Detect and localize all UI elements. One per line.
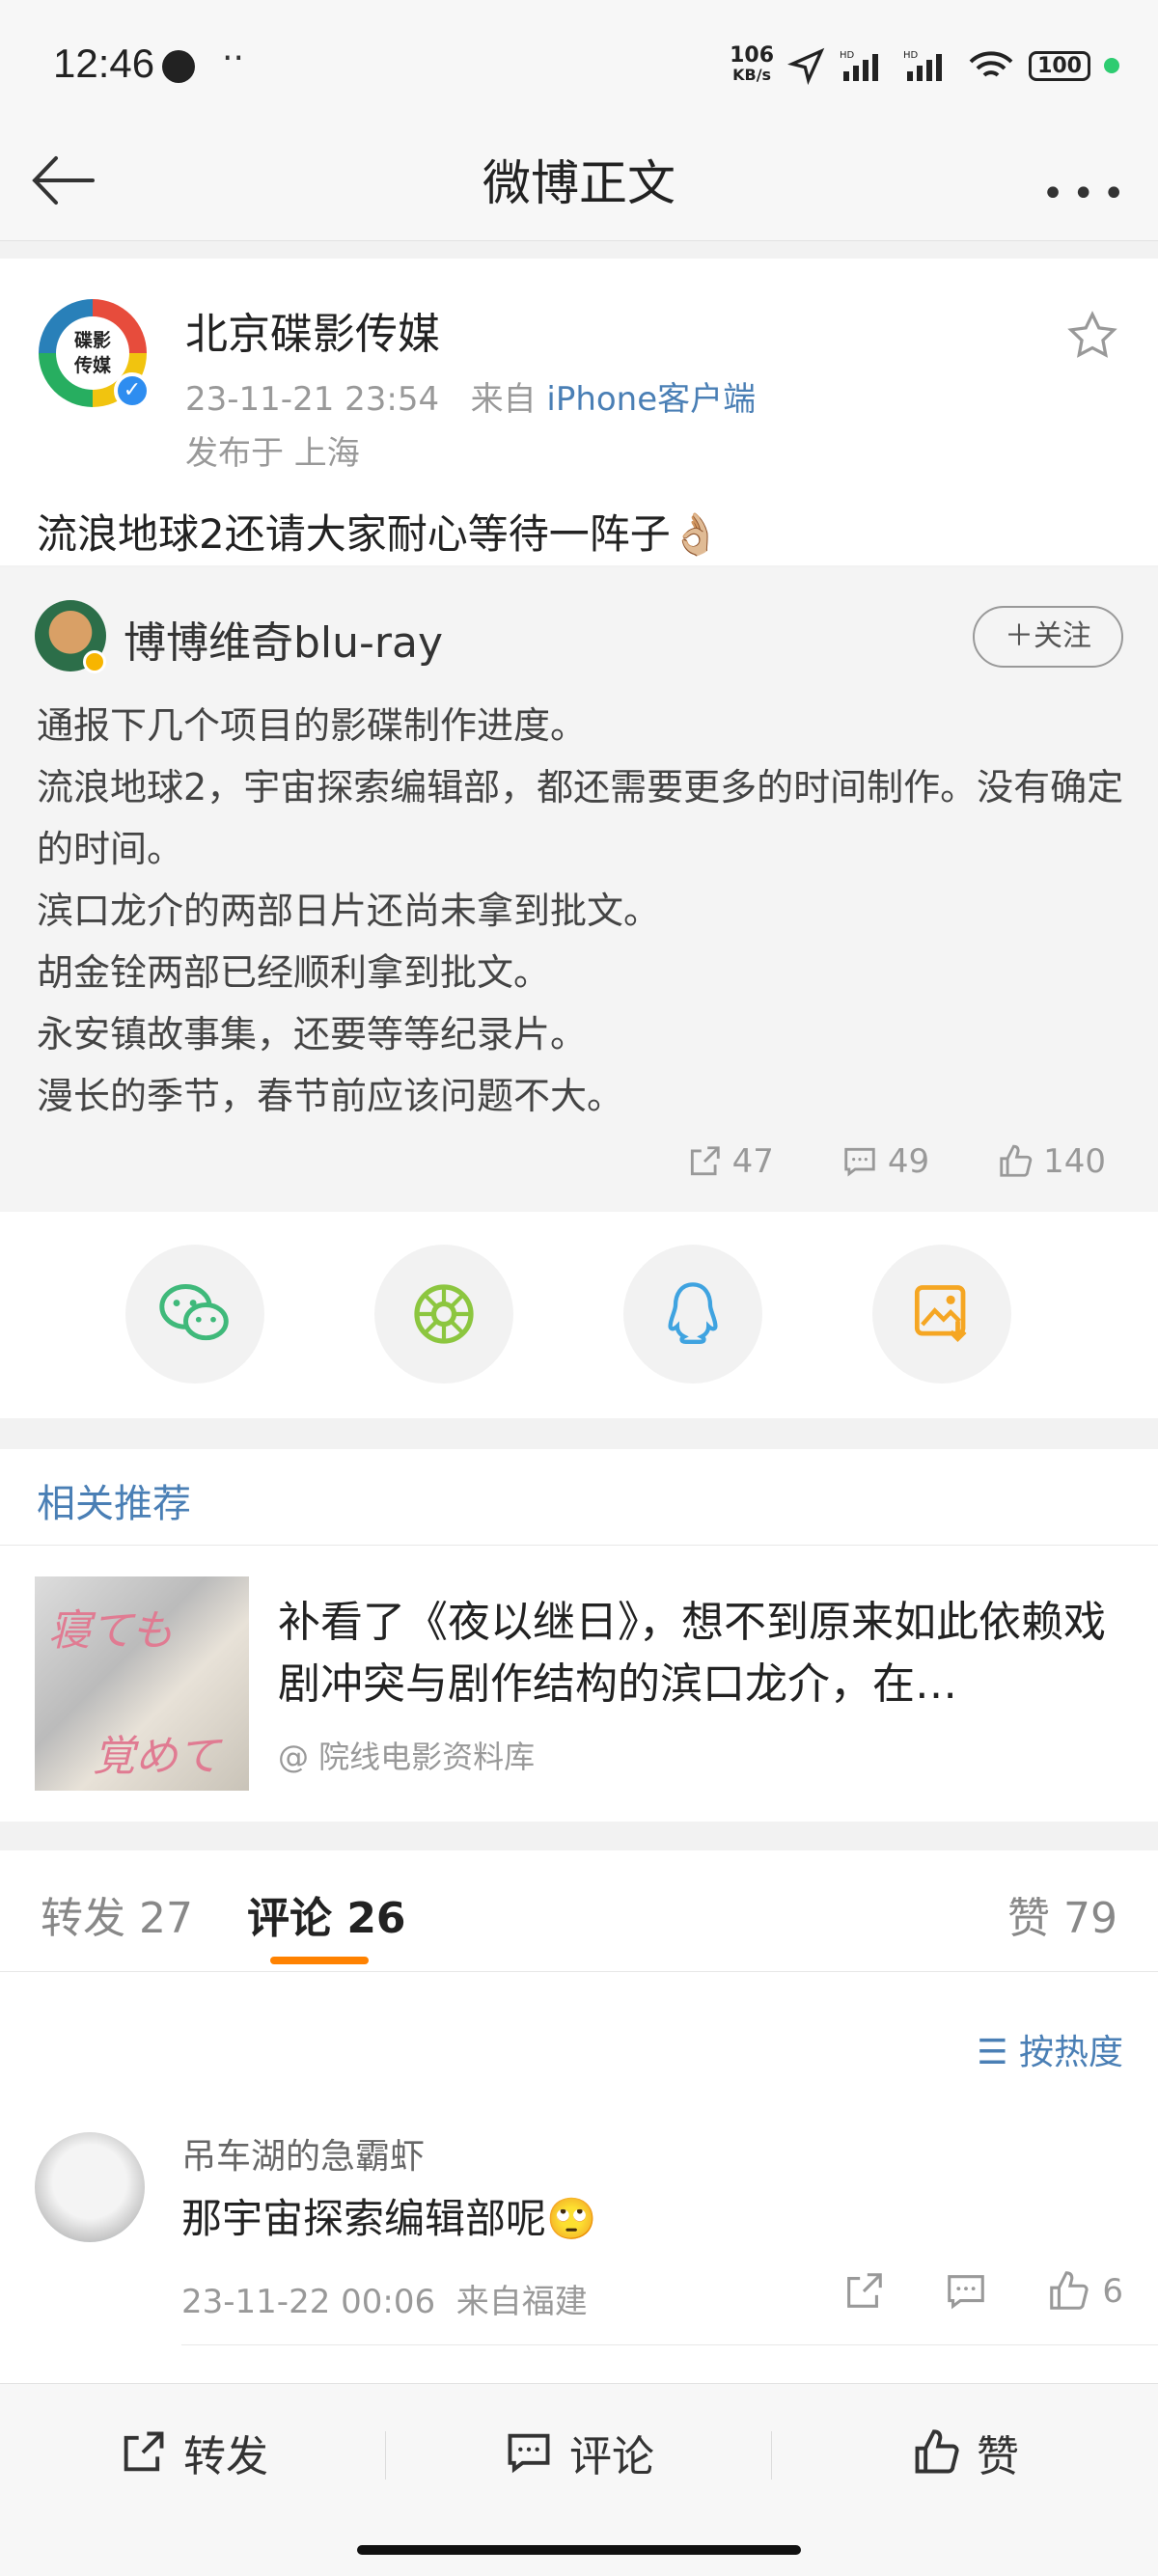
more-options-icon[interactable]: ••• xyxy=(1041,172,1133,216)
comment-location: 来自福建 xyxy=(455,2283,588,2321)
bottom-comment-button[interactable]: 评论 xyxy=(386,2422,772,2483)
share-wechat-button[interactable] xyxy=(125,1245,264,1384)
repost-count-value: 47 xyxy=(731,1142,774,1181)
bottom-comment-label: 评论 xyxy=(569,2432,654,2481)
recommend-heading: 相关推荐 xyxy=(37,1482,191,1526)
repost-line: 滨口龙介的两部日片还尚未拿到批文。 xyxy=(37,890,661,932)
comment-like-count: 6 xyxy=(1102,2272,1123,2311)
repost-count[interactable]: 47 xyxy=(686,1142,774,1181)
repost-line: 通报下几个项目的影碟制作进度。 xyxy=(37,704,588,747)
thumbs-up-icon xyxy=(915,2429,959,2474)
save-image-button[interactable] xyxy=(872,1245,1011,1384)
sort-label: 按热度 xyxy=(1018,2033,1123,2072)
wifi-icon xyxy=(969,51,1013,77)
tab-reposts[interactable]: 转发 27 xyxy=(41,1883,193,1945)
favorite-star-icon[interactable] xyxy=(1065,309,1119,363)
home-indicator[interactable] xyxy=(357,2545,801,2555)
tab-likes[interactable]: 赞 79 xyxy=(1007,1883,1117,1945)
repost-author-name[interactable]: 博博维奇blu-ray xyxy=(124,608,443,670)
bottom-like-label: 赞 xyxy=(977,2432,1019,2481)
signal-2-icon: HD xyxy=(903,50,943,81)
like-count[interactable]: 140 xyxy=(997,1142,1106,1181)
comment-time: 23-11-22 00:06 xyxy=(181,2283,436,2321)
gold-badge-icon xyxy=(83,650,106,673)
net-speed: 106 KB/s xyxy=(730,43,775,85)
recommend-source[interactable]: @ 院线电影资料库 xyxy=(278,1733,535,1777)
qq-icon xyxy=(668,1282,718,1344)
svg-text:HD: HD xyxy=(903,50,919,61)
repost-text: 通报下几个项目的影碟制作进度。 流浪地球2，宇宙探索编辑部，都还需要更多的时间制… xyxy=(37,695,1127,1127)
post-meta: 23-11-21 23:54 来自 iPhone客户端 xyxy=(185,372,756,420)
thumbs-up-icon xyxy=(1000,1144,1033,1177)
signal-icon: HD xyxy=(840,50,879,81)
tab-comments[interactable]: 评论 26 xyxy=(247,1883,406,1945)
comment-icon xyxy=(844,1147,875,1177)
wechat-icon xyxy=(159,1284,229,1341)
post-from: 来自 xyxy=(470,380,537,419)
repost-icon xyxy=(124,2431,164,2472)
comment-count[interactable]: 49 xyxy=(841,1142,929,1181)
sort-by-hot-button[interactable]: ☰ 按热度 xyxy=(977,2024,1123,2074)
page-title: 微博正文 xyxy=(482,155,676,211)
battery-icon: 100 xyxy=(1029,50,1090,81)
sort-icon: ☰ xyxy=(977,2033,1008,2072)
like-count-value: 140 xyxy=(1043,1142,1106,1181)
verified-badge-icon: ✓ xyxy=(114,372,151,409)
clock-icon xyxy=(162,50,195,83)
share-qq-button[interactable] xyxy=(623,1245,762,1384)
bottom-like-button[interactable]: 赞 xyxy=(772,2422,1158,2483)
post-source-link[interactable]: iPhone客户端 xyxy=(546,380,756,419)
status-time: 12:46 xyxy=(53,41,155,86)
repost-line: 流浪地球2，宇宙探索编辑部，都还需要更多的时间制作。没有确定的时间。 xyxy=(37,766,1124,870)
status-icons: 106 KB/s HD HD 100 xyxy=(730,43,1119,85)
net-speed-unit: KB/s xyxy=(732,66,772,84)
location-arrow-icon xyxy=(787,47,825,85)
comment-meta: 23-11-22 00:06 来自福建 xyxy=(181,2275,588,2322)
commenter-name[interactable]: 吊车湖的急霸虾 xyxy=(181,2128,425,2179)
recommend-thumbnail[interactable]: 寝ても 覚めても xyxy=(35,1576,249,1791)
comment-reply-icon[interactable] xyxy=(944,2269,988,2314)
comment-like-button[interactable]: 6 xyxy=(1046,2269,1123,2314)
comment-text: 那宇宙探索编辑部呢🙄 xyxy=(181,2195,597,2242)
repost-stats: 47 49 140 xyxy=(686,1142,1106,1181)
thumbs-up-icon xyxy=(1050,2271,1089,2310)
bottom-repost-label: 转发 xyxy=(183,2432,268,2481)
bottom-repost-button[interactable]: 转发 xyxy=(0,2422,386,2483)
moments-icon xyxy=(414,1284,474,1344)
save-image-icon xyxy=(914,1285,967,1343)
comment-count-value: 49 xyxy=(887,1142,930,1181)
thumbnail-text: 寝ても xyxy=(48,1606,174,1656)
comment-actions: 6 xyxy=(841,2269,1123,2314)
thumbnail-text: 覚めても xyxy=(93,1732,220,1781)
recommend-title[interactable]: 补看了《夜以继日》，想不到原来如此依赖戏剧冲突与剧作结构的滨口龙介，在… xyxy=(278,1592,1127,1715)
charging-dot-icon xyxy=(1104,58,1119,73)
repost-line: 漫长的季节，春节前应该问题不大。 xyxy=(37,1075,624,1117)
comment-divider xyxy=(181,2344,1158,2345)
comment-repost-icon[interactable] xyxy=(841,2269,886,2314)
follow-button[interactable]: ＋关注 xyxy=(973,606,1123,668)
post-location: 发布于 上海 xyxy=(185,434,360,473)
status-more-dots: ·· xyxy=(222,39,244,78)
repost-line: 胡金铨两部已经顺利拿到批文。 xyxy=(37,951,551,994)
net-speed-value: 106 xyxy=(730,43,775,68)
share-moments-button[interactable] xyxy=(374,1245,513,1384)
active-tab-indicator xyxy=(270,1957,369,1964)
post-content: 流浪地球2还请大家耐心等待一阵子👌🏼 xyxy=(37,510,722,558)
comment-icon xyxy=(508,2433,550,2474)
author-name[interactable]: 北京碟影传媒 xyxy=(185,299,440,361)
back-arrow-icon[interactable] xyxy=(27,145,98,216)
post-date: 23-11-21 23:54 xyxy=(185,380,440,419)
commenter-avatar[interactable] xyxy=(35,2132,145,2242)
repost-icon xyxy=(690,1146,720,1176)
svg-text:HD: HD xyxy=(840,50,855,61)
repost-line: 永安镇故事集，还要等等纪录片。 xyxy=(37,1013,588,1055)
